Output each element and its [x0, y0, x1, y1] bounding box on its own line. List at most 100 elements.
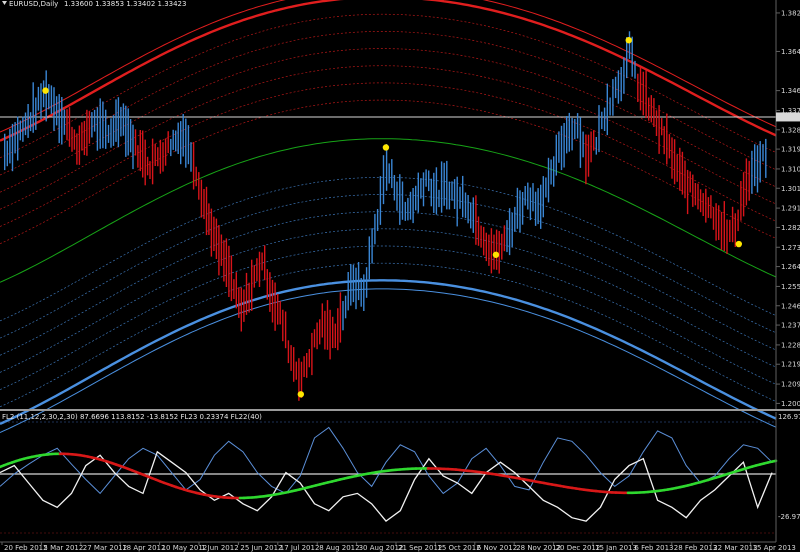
price-bar	[485, 232, 487, 262]
price-bar	[628, 31, 631, 59]
price-bar	[321, 303, 323, 338]
time-tick-label: 20 Dec 2012	[556, 544, 601, 552]
price-bar	[132, 124, 134, 170]
price-bar	[22, 116, 24, 142]
price-bar	[401, 181, 404, 220]
price-bar	[585, 134, 587, 185]
price-bar	[78, 125, 81, 165]
price-bar	[568, 112, 570, 152]
price-bar	[120, 106, 122, 137]
price-bar	[50, 85, 53, 114]
price-bar	[269, 272, 271, 312]
price-bar	[167, 131, 169, 154]
price-bar	[68, 107, 71, 147]
price-bar	[277, 293, 279, 325]
price-bar	[495, 229, 498, 270]
price-bar	[332, 316, 334, 349]
price-bar	[125, 105, 127, 157]
price-bar	[215, 218, 218, 259]
indicator-title: FL2 (11,12,2,30,2,30) 87.6696 113.8152 -…	[2, 413, 262, 421]
price-bar	[112, 115, 115, 146]
price-bar	[393, 175, 396, 201]
price-bar	[462, 175, 464, 218]
time-tick-label: 15 Oct 2012	[437, 544, 480, 552]
price-bar	[399, 174, 401, 225]
price-bar	[63, 109, 66, 135]
price-bar	[558, 131, 560, 163]
price-bar	[731, 206, 734, 243]
price-bar	[334, 323, 336, 348]
price-tick-label: 1.20075	[781, 400, 800, 408]
price-tick-label: 1.26450	[781, 263, 800, 271]
price-bar	[712, 207, 715, 230]
price-bar	[529, 187, 532, 221]
signal-dot	[382, 144, 390, 151]
price-bar	[428, 170, 430, 192]
time-tick-label: 5 Mar 2012	[43, 544, 83, 552]
price-bar	[702, 193, 704, 216]
price-bar	[475, 195, 477, 245]
price-bar	[107, 124, 110, 143]
price-bar	[279, 301, 281, 325]
price-bar	[45, 70, 47, 122]
price-bar	[697, 183, 699, 210]
price-bar	[516, 187, 519, 229]
price-bar	[601, 111, 603, 130]
price-bar	[642, 71, 644, 116]
time-tick-label: 25 Jun 2012	[240, 544, 282, 552]
price-bar	[729, 219, 731, 242]
price-tick-label: 1.27350	[781, 244, 800, 252]
price-bar	[689, 171, 691, 193]
price-bar	[29, 112, 32, 132]
price-bar	[190, 142, 192, 172]
price-bar	[617, 70, 620, 104]
time-tick-label: 28 Nov 2012	[516, 544, 561, 552]
price-bar	[765, 138, 767, 178]
price-bar	[521, 192, 524, 225]
price-bar	[671, 137, 673, 179]
price-bar	[448, 181, 451, 210]
price-bar	[93, 109, 96, 132]
price-bar	[200, 179, 203, 218]
price-bar	[102, 101, 104, 149]
price-bar	[498, 231, 500, 274]
price-bar	[355, 267, 357, 310]
price-bar	[210, 208, 213, 257]
price-bar	[710, 195, 712, 219]
price-bar	[506, 220, 508, 253]
price-bar	[122, 103, 125, 136]
time-tick-label: 28 Feb 2013	[674, 544, 718, 552]
price-bar	[614, 76, 617, 99]
price-bar	[139, 130, 141, 172]
price-bar	[679, 147, 681, 191]
time-tick-label: 21 Sep 2012	[398, 544, 442, 552]
price-bar	[177, 122, 179, 154]
trend-segment	[770, 459, 778, 463]
price-bar	[430, 178, 432, 207]
signal-dot	[492, 251, 500, 258]
price-bar	[718, 205, 720, 240]
price-bar	[563, 123, 565, 168]
price-bar	[142, 130, 144, 178]
price-bar	[203, 189, 205, 220]
price-bar	[11, 123, 14, 172]
price-bar	[58, 94, 60, 144]
price-bar	[453, 179, 456, 209]
price-bar	[230, 255, 233, 302]
price-bar	[185, 118, 187, 168]
price-bar	[576, 113, 579, 139]
price-bar	[519, 190, 521, 233]
price-bar	[162, 142, 164, 172]
price-bar	[48, 84, 50, 110]
chart-area[interactable]: EURUSD,Daily 1.33600 1.33853 1.33402 1.3…	[0, 0, 800, 552]
price-bar	[745, 158, 748, 206]
price-bar	[96, 107, 99, 151]
price-bar	[762, 144, 764, 162]
price-bar	[264, 245, 266, 281]
price-tick-label: 1.20975	[781, 381, 800, 389]
price-bar	[306, 353, 308, 378]
price-bar	[86, 109, 88, 156]
price-bar	[371, 228, 373, 264]
price-bar	[40, 83, 42, 120]
price-bar	[723, 201, 725, 251]
